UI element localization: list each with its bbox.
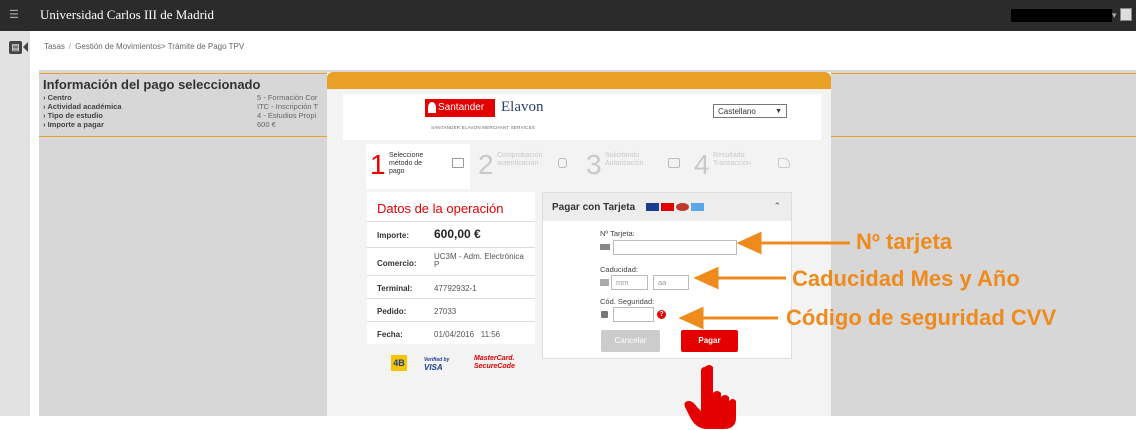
mastercard-securecode-logo: MasterCard. SecureCode [474, 355, 515, 370]
card-payment-header[interactable]: Pagar con Tarjeta ⌃ [543, 193, 791, 221]
top-bar: ☰ Universidad Carlos III de Madrid ▾ [0, 0, 1136, 31]
step-number: 3 [586, 149, 602, 180]
security-badges: 4B Verified by VISA MasterCard. SecureCode [391, 355, 531, 377]
step-label: Resultado Transacción [713, 152, 751, 167]
pedido-value: 27033 [434, 307, 457, 316]
pedido-label: Pedido: [377, 307, 407, 316]
step-4: 4 Resultado Transacción [690, 144, 794, 189]
mastercard-icon [661, 203, 674, 211]
step-2: 2 Comprobación autenticación [474, 144, 579, 189]
expiry-month-input[interactable]: mm [611, 275, 648, 290]
help-icon[interactable]: ? [657, 310, 666, 319]
chevron-down-icon[interactable]: ▾ [1112, 9, 1118, 22]
expiry-label: Caducidad: [600, 265, 638, 274]
step-label: Seleccione método de pago [389, 152, 424, 175]
step-3: 3 Solicitando Autorización [582, 144, 686, 189]
elavon-logo: Elavon [501, 99, 544, 115]
payment-info-panel: Información del pago seleccionado › Cent… [43, 77, 333, 143]
step-number: 4 [694, 149, 710, 180]
verified-by-visa-logo: Verified by VISA [424, 357, 450, 372]
4b-logo: 4B [391, 355, 407, 371]
language-select[interactable]: Castellano ▼ [713, 104, 787, 118]
lock-icon [558, 158, 567, 168]
credit-card-icon [452, 158, 464, 168]
brand-subtitle: SANTANDER ELAVON MERCHANT SERVICES [431, 125, 535, 130]
importe-value: 600,00 € [434, 227, 481, 241]
brand-header: Santander Elavon SANTANDER ELAVON MERCHA… [343, 94, 821, 140]
collapse-arrow-icon[interactable] [23, 42, 28, 52]
sidebar: ▤ [0, 31, 30, 416]
step-1: 1 Seleccione método de pago [366, 144, 470, 189]
breadcrumb: Tasas / Gestión de Movimientos> Trámite de… [44, 42, 244, 51]
info-label: › Centro [43, 93, 72, 102]
annotation-expiry: Caducidad Mes y Año [792, 266, 1020, 291]
divider [367, 247, 535, 248]
info-value: ITC - Inscripción T [257, 102, 319, 111]
fecha-label: Fecha: [377, 330, 403, 339]
breadcrumb-separator: / [68, 42, 72, 51]
step-number: 1 [370, 149, 386, 180]
payment-steps: 1 Seleccione método de pago 2 Comprobaci… [366, 144, 794, 189]
chevron-down-icon: ▼ [775, 108, 782, 115]
chevron-up-icon[interactable]: ⌃ [773, 201, 781, 212]
credit-card-icon [600, 244, 610, 250]
modal-header [327, 72, 831, 89]
divider [367, 321, 535, 322]
menu-icon[interactable]: ☰ [9, 8, 21, 22]
annotation-card-number: Nº tarjeta [856, 229, 953, 254]
cvv-label: Cód. Seguridad: [600, 297, 655, 306]
card-icon [691, 203, 704, 211]
comercio-label: Comercio: [377, 259, 417, 268]
terminal-value: 47792932-1 [434, 284, 477, 293]
info-title: Información del pago seleccionado [43, 77, 261, 92]
cvv-input[interactable] [613, 307, 654, 322]
operation-title: Datos de la operación [377, 201, 504, 216]
divider [367, 221, 535, 222]
step-label: Comprobación autenticación [497, 152, 543, 167]
importe-label: Importe: [377, 231, 409, 240]
comercio-value: UC3M - Adm. Electrónica P [434, 252, 524, 269]
terminal-label: Terminal: [377, 284, 413, 293]
card-number-label: Nº Tarjeta: [600, 229, 635, 238]
redacted-username [1011, 9, 1112, 22]
lock-icon [601, 311, 608, 318]
card-number-input[interactable] [613, 240, 737, 255]
user-avatar-icon[interactable] [1120, 8, 1132, 21]
maestro-icon [676, 203, 689, 211]
annotation-cvv: Código de seguridad CVV [786, 305, 1057, 330]
breadcrumb-item-current: Gestión de Movimientos> Trámite de Pago … [75, 42, 245, 51]
divider [367, 275, 535, 276]
app-title: Universidad Carlos III de Madrid [40, 7, 215, 22]
info-value: 5 - Formación Cor [257, 93, 318, 102]
thumbs-up-icon [778, 158, 790, 168]
info-label: › Importe a pagar [43, 120, 104, 129]
page-footer-space [0, 416, 1136, 430]
info-label: › Actividad académica [43, 102, 122, 111]
step-label: Solicitando Autorización [605, 152, 644, 167]
info-value: 600 € [257, 120, 276, 129]
card-payment-title: Pagar con Tarjeta [552, 202, 636, 213]
calendar-icon [600, 279, 609, 286]
info-label: › Tipo de estudio [43, 111, 103, 120]
pointer-hand-icon [684, 365, 736, 429]
cancel-button[interactable]: Cancelar [601, 330, 660, 352]
pay-button[interactable]: Pagar [681, 330, 738, 352]
step-number: 2 [478, 149, 494, 180]
fecha-value: 01/04/2016 11:56 [434, 330, 501, 339]
sidebar-toggle-icon[interactable]: ▤ [9, 41, 22, 54]
info-value: 4 - Estudios Propi [257, 111, 317, 120]
breadcrumb-item-tasas[interactable]: Tasas [44, 42, 65, 51]
operation-details-panel: Datos de la operación Importe: 600,00 € … [367, 192, 535, 344]
card-payment-panel: Pagar con Tarjeta ⌃ Nº Tarjeta: Caducida… [542, 192, 792, 359]
divider [367, 298, 535, 299]
flame-icon [428, 102, 436, 113]
network-icon [668, 158, 680, 168]
expiry-year-input[interactable]: aa [653, 275, 689, 290]
visa-icon [646, 203, 659, 211]
santander-logo: Santander [425, 99, 495, 117]
payment-modal: Santander Elavon SANTANDER ELAVON MERCHA… [327, 72, 831, 416]
